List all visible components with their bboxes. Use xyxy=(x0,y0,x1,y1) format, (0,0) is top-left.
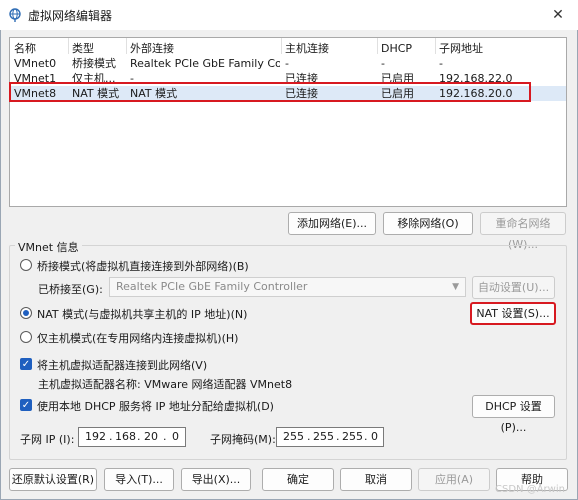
import-button[interactable]: 导入(T)... xyxy=(104,468,174,491)
network-globe-icon xyxy=(9,8,21,22)
export-button[interactable]: 导出(X)... xyxy=(181,468,251,491)
column-header-subnet[interactable]: 子网地址 xyxy=(439,41,483,56)
subnet-mask-input[interactable]: 255 . 255 . 255 . 0 xyxy=(276,427,384,447)
subnet-ip-input[interactable]: 192 . 168 . 20 . 0 xyxy=(78,427,186,447)
ip-octet: 0 xyxy=(172,430,179,443)
cancel-button[interactable]: 取消 xyxy=(340,468,412,491)
mask-octet: 255 xyxy=(313,430,334,443)
apply-button[interactable]: 应用(A) xyxy=(418,468,490,491)
column-divider[interactable] xyxy=(435,38,436,54)
title-bar: 虚拟网络编辑器 ✕ xyxy=(0,0,578,30)
cell-host: - xyxy=(285,57,289,70)
connect-adapter-checkbox[interactable]: ✓ xyxy=(20,358,32,370)
cell-subnet: - xyxy=(439,57,443,70)
column-divider[interactable] xyxy=(68,38,69,54)
cell-dhcp: - xyxy=(381,57,385,70)
ip-octet: 192 xyxy=(85,430,106,443)
column-header-name[interactable]: 名称 xyxy=(14,41,36,56)
bridge-mode-radio[interactable] xyxy=(20,259,32,271)
mask-octet: 0 xyxy=(371,430,378,443)
cell-name: VMnet0 xyxy=(14,57,57,70)
bridged-to-value: Realtek PCIe GbE Family Controller xyxy=(116,280,308,293)
remove-network-button[interactable]: 移除网络(O) xyxy=(383,212,473,235)
add-network-button[interactable]: 添加网络(E)... xyxy=(288,212,376,235)
bridge-mode-label[interactable]: 桥接模式(将虚拟机直接连接到外部网络)(B) xyxy=(37,258,249,274)
mask-octet: 255 xyxy=(342,430,363,443)
column-divider[interactable] xyxy=(126,38,127,54)
ip-octet: 168 xyxy=(115,430,136,443)
rename-network-button[interactable]: 重命名网络(W)... xyxy=(480,212,566,251)
watermark-text: CSDN @Arwin xyxy=(495,484,565,495)
subnet-ip-label: 子网 IP (I): xyxy=(20,433,75,446)
nat-mode-radio[interactable] xyxy=(20,307,32,319)
use-dhcp-checkbox[interactable]: ✓ xyxy=(20,399,32,411)
column-header-dhcp[interactable]: DHCP xyxy=(381,41,412,56)
adapter-name-text: 主机虚拟适配器名称: VMware 网络适配器 VMnet8 xyxy=(38,378,293,391)
use-dhcp-label[interactable]: 使用本地 DHCP 服务将 IP 地址分配给虚拟机(D) xyxy=(37,398,274,414)
window-title: 虚拟网络编辑器 xyxy=(28,9,113,23)
cell-type: 桥接模式 xyxy=(72,57,116,70)
ip-octet: 20 xyxy=(144,430,158,443)
column-header-type[interactable]: 类型 xyxy=(72,41,94,56)
column-header-host[interactable]: 主机连接 xyxy=(285,41,329,56)
nat-settings-button[interactable]: NAT 设置(S)... xyxy=(470,302,556,325)
selected-row-highlight xyxy=(9,82,531,102)
bridged-to-select[interactable]: Realtek PCIe GbE Family Controller ▼ xyxy=(109,277,466,297)
dhcp-settings-button[interactable]: DHCP 设置(P)... xyxy=(472,395,555,434)
restore-defaults-button[interactable]: 还原默认设置(R) xyxy=(9,468,97,491)
network-list[interactable]: 名称 类型 外部连接 主机连接 DHCP 子网地址 VMnet0 桥接模式 Re… xyxy=(9,37,567,207)
column-header-external[interactable]: 外部连接 xyxy=(130,41,174,56)
ok-button[interactable]: 确定 xyxy=(262,468,334,491)
mask-octet: 255 xyxy=(283,430,304,443)
host-only-radio[interactable] xyxy=(20,331,32,343)
column-divider[interactable] xyxy=(377,38,378,54)
group-label: VMnet 信息 xyxy=(15,239,82,255)
host-only-label[interactable]: 仅主机模式(在专用网络内连接虚拟机)(H) xyxy=(37,330,238,346)
nat-mode-label[interactable]: NAT 模式(与虚拟机共享主机的 IP 地址)(N) xyxy=(37,306,247,322)
table-row[interactable]: VMnet0 桥接模式 Realtek PCIe GbE Family Cont… xyxy=(10,56,566,71)
auto-settings-button[interactable]: 自动设置(U)... xyxy=(472,276,555,299)
connect-adapter-label[interactable]: 将主机虚拟适配器连接到此网络(V) xyxy=(37,357,207,373)
cell-external: Realtek PCIe GbE Family Cont... xyxy=(130,57,280,70)
close-button[interactable]: ✕ xyxy=(548,5,568,25)
bridged-to-label: 已桥接至(G): xyxy=(38,283,103,296)
column-divider[interactable] xyxy=(281,38,282,54)
subnet-mask-label: 子网掩码(M): xyxy=(210,433,276,446)
list-header: 名称 类型 外部连接 主机连接 DHCP 子网地址 xyxy=(10,41,566,56)
chevron-down-icon: ▼ xyxy=(452,282,459,292)
